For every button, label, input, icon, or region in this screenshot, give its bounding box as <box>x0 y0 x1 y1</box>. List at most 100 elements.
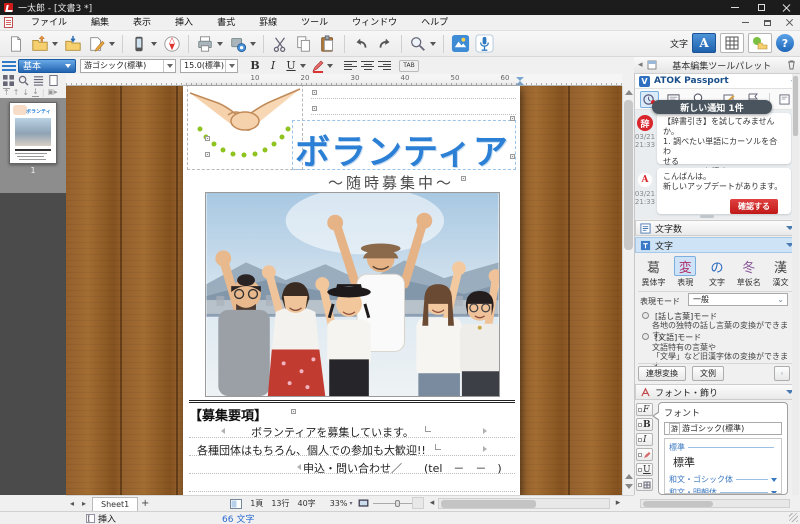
menu-view[interactable]: 表示 <box>121 15 163 31</box>
zoom-slider[interactable] <box>373 503 413 504</box>
resize-grip[interactable] <box>789 513 798 522</box>
thumbnail-view-button[interactable] <box>2 75 15 86</box>
page-list-button[interactable] <box>32 75 45 86</box>
tab-moji[interactable]: の文字 <box>703 256 732 288</box>
table-palette-button[interactable] <box>720 33 744 53</box>
zoom-level[interactable]: 33% <box>330 499 348 508</box>
copy-button[interactable] <box>292 33 316 55</box>
doc-minimize-button[interactable] <box>734 16 756 30</box>
align-right-button[interactable] <box>376 59 393 73</box>
group-photo[interactable] <box>205 192 500 397</box>
atok-passport-header[interactable]: V ATOK Passport ◂ <box>635 74 799 89</box>
page-jump-button[interactable]: ▣▸ <box>48 88 58 96</box>
tab-sogana[interactable]: 冬草仮名 <box>734 256 763 288</box>
save-button[interactable] <box>61 33 85 55</box>
zoom-slider-thumb[interactable] <box>395 500 400 507</box>
illustration-frame[interactable] <box>187 86 303 170</box>
horizontal-scroll-thumb[interactable] <box>441 500 536 508</box>
body-line-1[interactable]: ボランティアを募集しています。 <box>251 424 414 440</box>
font-item-standard[interactable]: 標準 <box>669 453 777 472</box>
mobile-dropdown[interactable] <box>151 42 157 46</box>
menu-edit[interactable]: 編集 <box>79 15 121 31</box>
media-insert-button[interactable] <box>748 33 772 53</box>
tab-itaiji[interactable]: 葛異体字 <box>639 256 668 288</box>
print-settings-dropdown[interactable] <box>250 42 256 46</box>
doc-restore-button[interactable] <box>756 16 778 30</box>
save-as-button[interactable] <box>85 33 109 55</box>
palette-pin-icon[interactable] <box>647 60 657 70</box>
tab-kanbun[interactable]: 漢漢文 <box>766 256 795 288</box>
font-name-select[interactable]: 游ゴシック(標準) <box>80 59 176 73</box>
sheet-next-button[interactable]: ▸ <box>78 499 90 508</box>
section-char[interactable]: 文字 <box>635 237 799 253</box>
document-page[interactable]: ボランティア 〜随時募集中〜 <box>183 86 520 495</box>
horizontal-ruler[interactable]: 10 20 30 40 50 60 <box>66 74 622 86</box>
page-view-button[interactable] <box>47 75 60 86</box>
scroll-down-icon[interactable] <box>625 484 633 489</box>
kanta-palette-button[interactable] <box>448 33 472 55</box>
pen-attr-button[interactable] <box>636 448 653 461</box>
hscroll-right-button[interactable]: ▸ <box>612 498 624 508</box>
open-dropdown[interactable] <box>52 42 58 46</box>
cut-button[interactable] <box>268 33 292 55</box>
menu-format[interactable]: 書式 <box>205 15 247 31</box>
tab-hyogen[interactable]: 変表現 <box>671 256 700 288</box>
char-more-button[interactable] <box>774 366 790 381</box>
open-button[interactable] <box>28 33 52 55</box>
body-line-2[interactable]: 各種団体はもちろん、個人での参加も大歓迎!! <box>197 442 426 458</box>
paste-button[interactable] <box>316 33 340 55</box>
fit-screen-icon[interactable] <box>358 499 369 508</box>
italic-attr-button[interactable]: I <box>636 433 653 446</box>
align-center-button[interactable] <box>359 59 376 73</box>
menu-window[interactable]: ウィンドウ <box>340 15 409 31</box>
underline-attr-button[interactable]: U <box>636 463 653 476</box>
font-group-mincho[interactable]: 和文・明朝体 <box>669 487 777 494</box>
palette-hscroll-thumb[interactable] <box>643 501 713 507</box>
char-palette-button[interactable]: A <box>692 33 716 53</box>
flyer-heading[interactable]: ボランティア <box>295 124 509 175</box>
bold-attr-button[interactable]: B <box>636 418 653 431</box>
add-sheet-button[interactable]: + <box>138 498 152 509</box>
notification-card-1[interactable]: 【辞書引き】を試してみませんか。 1. 調べたい単語にカーソルを合わ せる 2.… <box>657 113 791 164</box>
expression-mode-select[interactable]: 一般 ⌄ <box>688 293 788 306</box>
sheet-tab[interactable]: Sheet1 <box>92 497 138 511</box>
sheet-prev-button[interactable]: ◂ <box>66 499 78 508</box>
undo-button[interactable] <box>349 33 373 55</box>
first-page-button[interactable]: ↑ <box>3 88 10 97</box>
voice-input-button[interactable] <box>472 33 496 55</box>
margin-marker[interactable] <box>516 77 524 81</box>
print-button[interactable] <box>193 33 217 55</box>
highlight-pen-dropdown[interactable] <box>327 64 333 68</box>
collapse-palette-icon[interactable]: ◂ <box>638 60 643 70</box>
new-document-button[interactable] <box>4 33 28 55</box>
example-button[interactable]: 文例 <box>692 366 724 381</box>
font-group-standard[interactable]: 標準 <box>669 442 777 453</box>
document-horizontal-scrollbar[interactable] <box>438 498 610 509</box>
hscroll-left-button[interactable]: ◂ <box>426 498 438 508</box>
navigation-button[interactable] <box>160 33 184 55</box>
scroll-up-icon[interactable] <box>625 90 633 95</box>
page-thumbnail[interactable]: ボランティア <box>9 102 57 164</box>
palette-vertical-scrollbar[interactable] <box>792 74 799 495</box>
confirm-update-button[interactable]: 確認する <box>730 199 778 214</box>
search-dropdown[interactable] <box>430 42 436 46</box>
prev-page-button[interactable]: ↑ <box>13 88 20 97</box>
resize-handle[interactable] <box>700 215 714 218</box>
menu-tools[interactable]: ツール <box>289 15 340 31</box>
mobile-send-button[interactable] <box>127 33 151 55</box>
font-size-select[interactable]: 15.0(標準) <box>180 59 238 73</box>
tab-ruler-button[interactable]: TAB <box>399 60 419 72</box>
menu-help[interactable]: ヘルプ <box>409 15 460 31</box>
section-char-count[interactable]: 文字数 <box>635 220 799 236</box>
split-button[interactable] <box>412 497 424 509</box>
help-button[interactable]: ? <box>776 34 794 52</box>
underline-dropdown[interactable] <box>300 64 306 68</box>
doc-close-button[interactable] <box>778 16 800 30</box>
palette-horizontal-scrollbar[interactable] <box>640 499 790 508</box>
menu-file[interactable]: ファイル <box>19 15 79 31</box>
document-vertical-scrollbar[interactable] <box>622 86 634 495</box>
minimize-button[interactable] <box>722 0 748 15</box>
body-line-3[interactable]: 申込・問い合わせ／ (tel － － ) <box>303 460 502 476</box>
flyer-subheading[interactable]: 〜随時募集中〜 <box>328 172 454 193</box>
menu-lines[interactable]: 罫線 <box>247 15 289 31</box>
